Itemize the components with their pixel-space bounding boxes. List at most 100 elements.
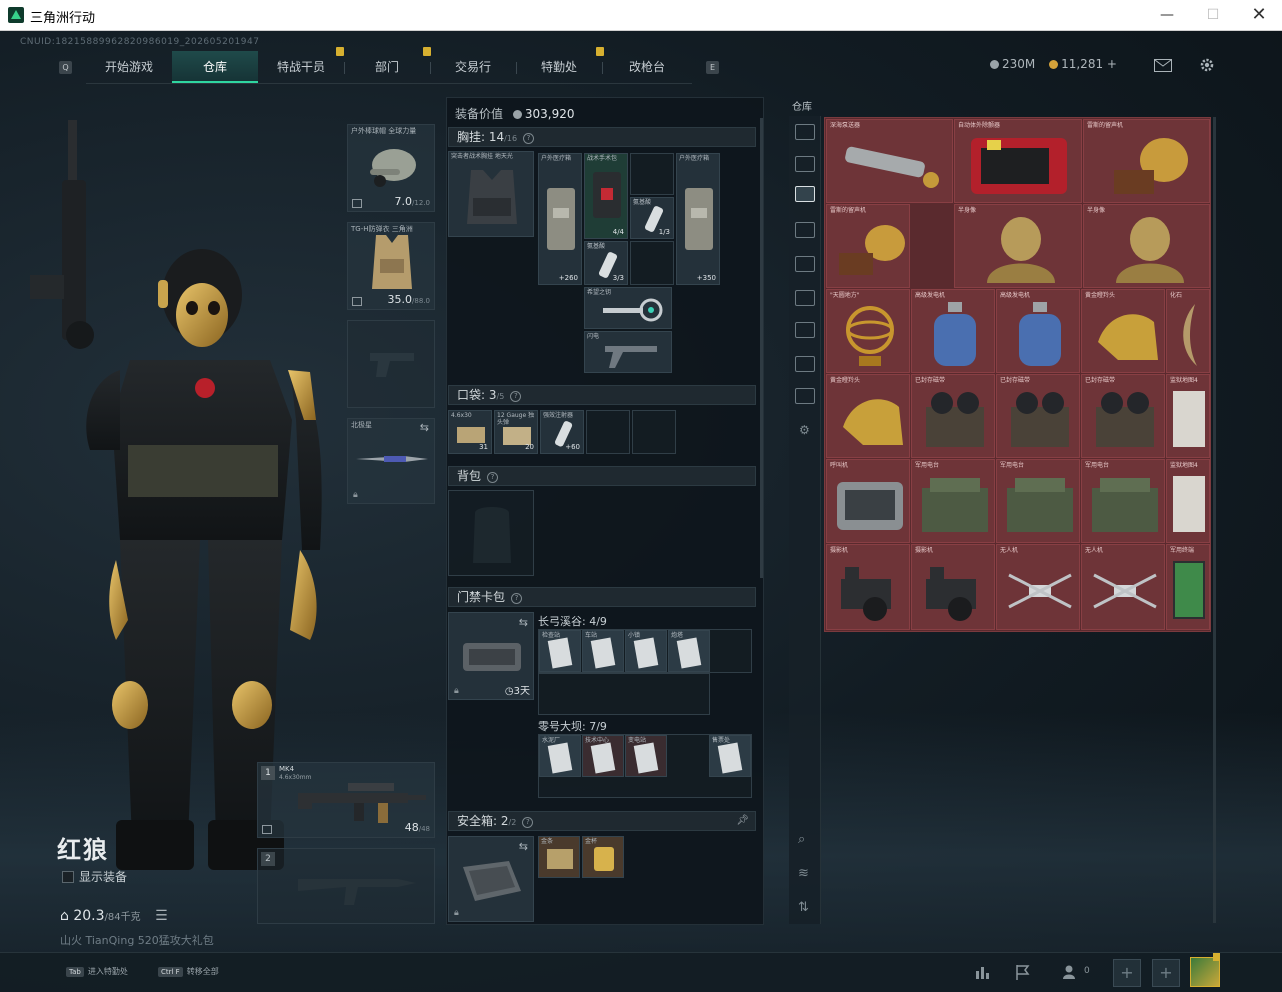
backpack-slot[interactable] xyxy=(448,490,534,576)
equipment-scrollbar[interactable] xyxy=(760,118,763,578)
nav-prev-key[interactable]: Q xyxy=(59,61,72,74)
maximize-button[interactable]: ☐ xyxy=(1190,0,1236,31)
key-card-item[interactable]: 变电站 xyxy=(625,735,667,777)
stash-item[interactable]: 高级发电机 xyxy=(911,289,995,373)
pocket-item[interactable]: 12 Gauge 独头弹 20 xyxy=(494,410,538,454)
tab-special-ops[interactable]: 特勤处 xyxy=(516,51,602,83)
chest-item[interactable]: 希望之钥 xyxy=(584,287,672,329)
tab-operators[interactable]: 特战干员 xyxy=(258,51,344,83)
player-avatar[interactable] xyxy=(1190,957,1220,987)
stash-item[interactable]: 军用电台 xyxy=(911,459,995,543)
show-equipment-checkbox[interactable] xyxy=(62,871,74,883)
stash-item[interactable]: 黄金瞪羚头 xyxy=(826,374,910,458)
hint-special-ops[interactable]: Tab 进入特勤处 xyxy=(66,966,128,977)
pocket-item[interactable]: 4.6x30 31 xyxy=(448,410,492,454)
flag-icon[interactable] xyxy=(1014,963,1032,981)
tab-department[interactable]: 部门 xyxy=(344,51,430,83)
stash-item[interactable]: 化石 xyxy=(1166,289,1210,373)
add-teammate-button[interactable]: + xyxy=(1152,959,1180,987)
tab-trade-market[interactable]: 交易行 xyxy=(430,51,516,83)
chest-item[interactable]: 户外医疗箱 +350 xyxy=(676,153,720,285)
stash-item[interactable]: 军用终端 xyxy=(1166,544,1210,630)
stash-scrollbar[interactable] xyxy=(1213,117,1216,923)
stash-item[interactable]: 呼叫机 xyxy=(826,459,910,543)
stash-page-icon[interactable] xyxy=(795,356,815,372)
bond-amount[interactable]: 11,281 + xyxy=(1061,57,1117,71)
safebox-item[interactable]: 金杯 xyxy=(582,836,624,878)
pin-icon[interactable]: 📌︎ xyxy=(736,812,749,830)
stash-item[interactable]: 自动体外除颤器 xyxy=(954,119,1082,203)
key-card-item[interactable]: 售票处 xyxy=(709,735,751,777)
chest-item[interactable]: 户外医疗箱 +260 xyxy=(538,153,582,285)
pistol-slot[interactable] xyxy=(347,320,435,408)
stash-item[interactable]: 军用电台 xyxy=(1081,459,1165,543)
stash-page-icon[interactable] xyxy=(795,156,815,172)
stash-item[interactable]: 高级发电机 xyxy=(996,289,1080,373)
stash-page-icon[interactable] xyxy=(795,124,815,140)
help-icon[interactable]: ? xyxy=(487,472,499,483)
chest-empty-cell[interactable] xyxy=(630,241,674,285)
stash-item[interactable]: 雷斯的留声机 xyxy=(1083,119,1210,203)
mail-icon[interactable] xyxy=(1154,59,1172,72)
chest-item[interactable]: 战术手术包 4/4 xyxy=(584,153,628,239)
helmet-slot[interactable]: 户外棒球帽 全球力量 7.0/12.0 xyxy=(347,124,435,212)
stash-page-icon[interactable] xyxy=(795,256,815,272)
help-icon[interactable]: ? xyxy=(510,391,522,402)
stash-item[interactable]: 雷斯的留声机 xyxy=(826,204,910,288)
tab-gunsmith[interactable]: 改枪台 xyxy=(602,51,692,83)
chest-item[interactable]: 闪电 xyxy=(584,331,672,373)
chest-item[interactable]: 氨基酸 3/3 xyxy=(584,241,628,285)
stash-page-icon[interactable] xyxy=(795,388,815,404)
safebox-item[interactable]: 金条 xyxy=(538,836,580,878)
swap-icon[interactable]: ⇆ xyxy=(519,840,528,853)
stash-item[interactable]: 监狱地图4 xyxy=(1166,374,1210,458)
chest-empty-cell[interactable] xyxy=(630,153,674,195)
chest-rig-slot[interactable]: 突击者战术胸挂 地天光 xyxy=(448,151,534,237)
melee-slot[interactable]: 北极星 ⇆ 🔒︎ xyxy=(347,418,435,504)
stash-item[interactable]: 无人机 xyxy=(1081,544,1165,630)
stash-item[interactable]: 已封存磁带 xyxy=(911,374,995,458)
nav-next-key[interactable]: E xyxy=(706,61,719,74)
stats-chart-icon[interactable] xyxy=(974,963,992,981)
secondary-weapon-slot[interactable]: 2 xyxy=(257,848,435,924)
stash-item[interactable]: 深海泵送器 xyxy=(826,119,953,203)
friends-icon[interactable] xyxy=(1062,963,1080,981)
hint-transfer-all[interactable]: Ctrl F 转移全部 xyxy=(158,966,219,977)
close-button[interactable]: ✕ xyxy=(1236,0,1282,31)
swap-icon[interactable]: ⇆ xyxy=(519,616,528,629)
tab-warehouse[interactable]: 仓库 xyxy=(172,51,258,83)
help-icon[interactable]: ? xyxy=(511,593,523,604)
minimize-button[interactable]: — xyxy=(1144,0,1190,31)
stash-item[interactable]: 军用电台 xyxy=(996,459,1080,543)
safebox-slot[interactable]: ⇆ 🔒︎ xyxy=(448,836,534,922)
add-teammate-button[interactable]: + xyxy=(1113,959,1141,987)
stash-item[interactable]: 黄金瞪羚头 xyxy=(1081,289,1165,373)
key-card-item[interactable]: 水泥厂 xyxy=(539,735,581,777)
stash-page-active-icon[interactable] xyxy=(795,186,815,202)
keycard-case-slot[interactable]: ⇆ 🔒︎ ◷3天 xyxy=(448,612,534,700)
stash-item[interactable]: "天圆地方" xyxy=(826,289,910,373)
key-card-item[interactable]: 技术中心 xyxy=(582,735,624,777)
stash-page-icon[interactable] xyxy=(795,322,815,338)
armor-slot[interactable]: TG-H防弹衣 三角洲 35.0/88.0 xyxy=(347,222,435,310)
stash-item[interactable]: 无人机 xyxy=(996,544,1080,630)
primary-weapon-slot[interactable]: 1 MK4 4.6x30mm 48/48 xyxy=(257,762,435,838)
stash-layers-icon[interactable]: ≋ xyxy=(798,866,809,881)
key-card-item[interactable]: 车站 xyxy=(582,630,624,672)
stash-item[interactable]: 半身像 xyxy=(1083,204,1210,288)
help-icon[interactable]: ? xyxy=(522,817,534,828)
stash-sort-icon[interactable]: ⇅ xyxy=(798,900,809,915)
key-card-item[interactable]: 小镇 xyxy=(625,630,667,672)
swap-icon[interactable]: ⇆ xyxy=(420,421,429,434)
pocket-item[interactable]: 强效注射器 +60 xyxy=(540,410,584,454)
tab-start-game[interactable]: 开始游戏 xyxy=(86,51,172,83)
stash-page-icon[interactable] xyxy=(795,222,815,238)
stash-page-icon[interactable] xyxy=(795,290,815,306)
pocket-empty-cell[interactable] xyxy=(632,410,676,454)
stash-item[interactable]: 已封存磁带 xyxy=(996,374,1080,458)
stash-item[interactable]: 半身像 xyxy=(954,204,1082,288)
settings-gear-icon[interactable] xyxy=(1199,57,1215,73)
stash-item[interactable]: 已封存磁带 xyxy=(1081,374,1165,458)
weight-details-icon[interactable]: ☰ xyxy=(155,908,168,924)
pocket-empty-cell[interactable] xyxy=(586,410,630,454)
